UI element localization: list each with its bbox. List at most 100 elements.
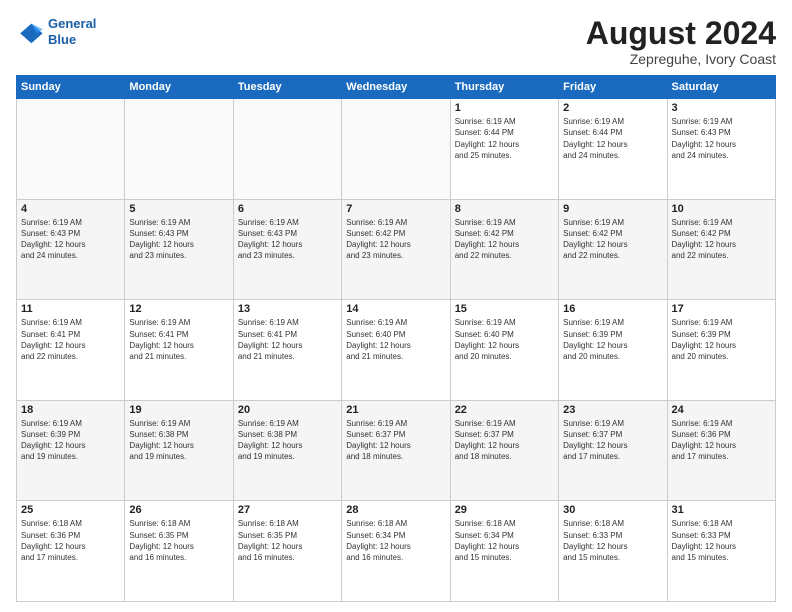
calendar-cell: 25 Sunrise: 6:18 AM Sunset: 6:36 PM Dayli…	[17, 501, 125, 602]
day-number: 19	[129, 404, 228, 416]
calendar-cell: 29Sunrise: 6:18 AM Sunset: 6:34 PM Dayli…	[450, 501, 558, 602]
calendar-cell: 12Sunrise: 6:19 AM Sunset: 6:41 PM Dayli…	[125, 300, 233, 401]
day-number: 23	[563, 404, 662, 416]
day-number: 3	[672, 102, 771, 114]
calendar-cell: 28 Sunrise: 6:18 AM Sunset: 6:34 PM Dayli…	[342, 501, 450, 602]
calendar-cell: 27 Sunrise: 6:18 AM Sunset: 6:35 PM Dayli…	[233, 501, 341, 602]
day-info: Sunrise: 6:18 AM Sunset: 6:35 PM Dayligh…	[238, 518, 337, 563]
day-info: Sunrise: 6:19 AM Sunset: 6:40 PM Dayligh…	[455, 317, 554, 362]
calendar-cell: 26 Sunrise: 6:18 AM Sunset: 6:35 PM Dayli…	[125, 501, 233, 602]
day-number: 20	[238, 404, 337, 416]
calendar-cell: 5 Sunrise: 6:19 AM Sunset: 6:43 PM Daylig…	[125, 199, 233, 300]
day-info: Sunrise: 6:18 AM Sunset: 6:34 PM Dayligh…	[346, 518, 445, 563]
day-number: 4	[21, 203, 120, 215]
calendar-cell: 15 Sunrise: 6:19 AM Sunset: 6:40 PM Dayli…	[450, 300, 558, 401]
day-number: 14	[346, 303, 445, 315]
day-info: Sunrise: 6:18 AM Sunset: 6:35 PM Dayligh…	[129, 518, 228, 563]
day-number: 30	[563, 504, 662, 516]
day-number: 21	[346, 404, 445, 416]
day-info: Sunrise: 6:19 AM Sunset: 6:37 PM Dayligh…	[346, 418, 445, 463]
logo-blue: Blue	[48, 32, 76, 47]
day-number: 6	[238, 203, 337, 215]
day-number: 26	[129, 504, 228, 516]
day-number: 27	[238, 504, 337, 516]
calendar-header-saturday: Saturday	[667, 76, 775, 99]
day-number: 5	[129, 203, 228, 215]
calendar-cell: 11Sunrise: 6:19 AM Sunset: 6:41 PM Dayli…	[17, 300, 125, 401]
day-info: Sunrise: 6:19 AM Sunset: 6:36 PM Dayligh…	[672, 418, 771, 463]
calendar-cell: 3 Sunrise: 6:19 AM Sunset: 6:43 PM Daylig…	[667, 99, 775, 200]
day-info: Sunrise: 6:18 AM Sunset: 6:34 PM Dayligh…	[455, 518, 554, 563]
day-number: 15	[455, 303, 554, 315]
day-info: Sunrise: 6:18 AM Sunset: 6:33 PM Dayligh…	[672, 518, 771, 563]
calendar-cell: 2 Sunrise: 6:19 AM Sunset: 6:44 PM Daylig…	[559, 99, 667, 200]
day-number: 31	[672, 504, 771, 516]
page: General Blue August 2024 Zepreguhe, Ivor…	[0, 0, 792, 612]
calendar-header-tuesday: Tuesday	[233, 76, 341, 99]
calendar-cell: 30 Sunrise: 6:18 AM Sunset: 6:33 PM Dayli…	[559, 501, 667, 602]
calendar-cell: 17 Sunrise: 6:19 AM Sunset: 6:39 PM Dayli…	[667, 300, 775, 401]
day-info: Sunrise: 6:18 AM Sunset: 6:36 PM Dayligh…	[21, 518, 120, 563]
calendar-cell: 18Sunrise: 6:19 AM Sunset: 6:39 PM Dayli…	[17, 400, 125, 501]
calendar-cell: 23 Sunrise: 6:19 AM Sunset: 6:37 PM Dayli…	[559, 400, 667, 501]
day-info: Sunrise: 6:19 AM Sunset: 6:41 PM Dayligh…	[129, 317, 228, 362]
day-info: Sunrise: 6:19 AM Sunset: 6:43 PM Dayligh…	[129, 217, 228, 262]
header: General Blue August 2024 Zepreguhe, Ivor…	[16, 16, 776, 67]
calendar-cell: 19 Sunrise: 6:19 AM Sunset: 6:38 PM Dayli…	[125, 400, 233, 501]
calendar-week-0: 1 Sunrise: 6:19 AM Sunset: 6:44 PM Daylig…	[17, 99, 776, 200]
logo-text: General Blue	[48, 16, 96, 47]
day-number: 17	[672, 303, 771, 315]
day-number: 7	[346, 203, 445, 215]
day-info: Sunrise: 6:19 AM Sunset: 6:39 PM Dayligh…	[672, 317, 771, 362]
day-number: 28	[346, 504, 445, 516]
day-number: 16	[563, 303, 662, 315]
calendar-cell: 13Sunrise: 6:19 AM Sunset: 6:41 PM Dayli…	[233, 300, 341, 401]
day-info: Sunrise: 6:19 AM Sunset: 6:43 PM Dayligh…	[238, 217, 337, 262]
day-number: 8	[455, 203, 554, 215]
day-info: Sunrise: 6:19 AM Sunset: 6:41 PM Dayligh…	[21, 317, 120, 362]
calendar-cell: 4Sunrise: 6:19 AM Sunset: 6:43 PM Daylig…	[17, 199, 125, 300]
day-info: Sunrise: 6:18 AM Sunset: 6:33 PM Dayligh…	[563, 518, 662, 563]
day-info: Sunrise: 6:19 AM Sunset: 6:38 PM Dayligh…	[129, 418, 228, 463]
day-info: Sunrise: 6:19 AM Sunset: 6:38 PM Dayligh…	[238, 418, 337, 463]
day-number: 13	[238, 303, 337, 315]
logo-general: General	[48, 16, 96, 31]
day-info: Sunrise: 6:19 AM Sunset: 6:37 PM Dayligh…	[563, 418, 662, 463]
logo: General Blue	[16, 16, 96, 47]
calendar-header-monday: Monday	[125, 76, 233, 99]
day-number: 9	[563, 203, 662, 215]
calendar-week-4: 25 Sunrise: 6:18 AM Sunset: 6:36 PM Dayli…	[17, 501, 776, 602]
calendar-cell: 21 Sunrise: 6:19 AM Sunset: 6:37 PM Dayli…	[342, 400, 450, 501]
logo-icon	[16, 18, 44, 46]
day-info: Sunrise: 6:19 AM Sunset: 6:44 PM Dayligh…	[563, 116, 662, 161]
day-info: Sunrise: 6:19 AM Sunset: 6:42 PM Dayligh…	[563, 217, 662, 262]
calendar-cell: 7 Sunrise: 6:19 AM Sunset: 6:42 PM Daylig…	[342, 199, 450, 300]
day-info: Sunrise: 6:19 AM Sunset: 6:43 PM Dayligh…	[672, 116, 771, 161]
calendar-cell: 1 Sunrise: 6:19 AM Sunset: 6:44 PM Daylig…	[450, 99, 558, 200]
calendar-header-thursday: Thursday	[450, 76, 558, 99]
calendar-week-2: 11Sunrise: 6:19 AM Sunset: 6:41 PM Dayli…	[17, 300, 776, 401]
calendar-cell	[125, 99, 233, 200]
calendar-cell: 20 Sunrise: 6:19 AM Sunset: 6:38 PM Dayli…	[233, 400, 341, 501]
calendar-header-row: SundayMondayTuesdayWednesdayThursdayFrid…	[17, 76, 776, 99]
day-number: 18	[21, 404, 120, 416]
day-number: 2	[563, 102, 662, 114]
day-info: Sunrise: 6:19 AM Sunset: 6:44 PM Dayligh…	[455, 116, 554, 161]
day-number: 1	[455, 102, 554, 114]
calendar-cell: 8Sunrise: 6:19 AM Sunset: 6:42 PM Daylig…	[450, 199, 558, 300]
calendar-cell	[17, 99, 125, 200]
calendar-cell	[233, 99, 341, 200]
calendar-cell	[342, 99, 450, 200]
day-number: 25	[21, 504, 120, 516]
day-info: Sunrise: 6:19 AM Sunset: 6:42 PM Dayligh…	[346, 217, 445, 262]
day-info: Sunrise: 6:19 AM Sunset: 6:42 PM Dayligh…	[672, 217, 771, 262]
calendar-header-friday: Friday	[559, 76, 667, 99]
calendar-cell: 16Sunrise: 6:19 AM Sunset: 6:39 PM Dayli…	[559, 300, 667, 401]
calendar-week-3: 18Sunrise: 6:19 AM Sunset: 6:39 PM Dayli…	[17, 400, 776, 501]
day-number: 10	[672, 203, 771, 215]
calendar-cell: 10 Sunrise: 6:19 AM Sunset: 6:42 PM Dayli…	[667, 199, 775, 300]
day-info: Sunrise: 6:19 AM Sunset: 6:40 PM Dayligh…	[346, 317, 445, 362]
day-info: Sunrise: 6:19 AM Sunset: 6:37 PM Dayligh…	[455, 418, 554, 463]
subtitle: Zepreguhe, Ivory Coast	[586, 51, 776, 67]
calendar-cell: 31 Sunrise: 6:18 AM Sunset: 6:33 PM Dayli…	[667, 501, 775, 602]
